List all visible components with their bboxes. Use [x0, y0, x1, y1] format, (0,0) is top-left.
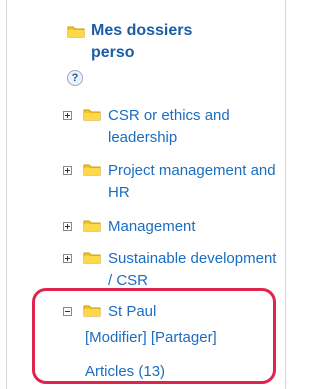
share-link[interactable]: [Partager]: [151, 329, 217, 346]
expand-plus-icon[interactable]: [63, 166, 72, 175]
folder-icon: [67, 24, 85, 38]
folder-icon: [83, 162, 101, 176]
articles-label: Articles: [85, 363, 135, 380]
articles-link[interactable]: Articles (13): [85, 361, 165, 383]
folder-item-management[interactable]: Management: [108, 216, 278, 238]
folder-item-csr-ethics[interactable]: CSR or ethics and leadership: [108, 105, 278, 149]
folder-tree-panel: Mes dossiers perso ? CSR or ethics and l…: [6, 0, 286, 389]
folder-item-st-paul[interactable]: St Paul: [108, 301, 156, 323]
collapse-minus-icon[interactable]: [63, 307, 72, 316]
folder-icon: [83, 303, 101, 317]
folder-item-sustainable-development[interactable]: Sustainable development / CSR: [108, 248, 278, 288]
root-folder-title[interactable]: Mes dossiers perso: [91, 20, 231, 64]
modify-link[interactable]: [Modifier]: [85, 329, 147, 346]
folder-icon: [83, 107, 101, 121]
folder-actions: [Modifier] [Partager]: [85, 327, 217, 349]
help-icon[interactable]: ?: [67, 70, 83, 86]
folder-item-project-management[interactable]: Project management and HR: [108, 160, 278, 204]
expand-plus-icon[interactable]: [63, 222, 72, 231]
expand-plus-icon[interactable]: [63, 254, 72, 263]
expand-plus-icon[interactable]: [63, 111, 72, 120]
folder-icon: [83, 218, 101, 232]
articles-count: (13): [138, 363, 166, 380]
folder-icon: [83, 250, 101, 264]
